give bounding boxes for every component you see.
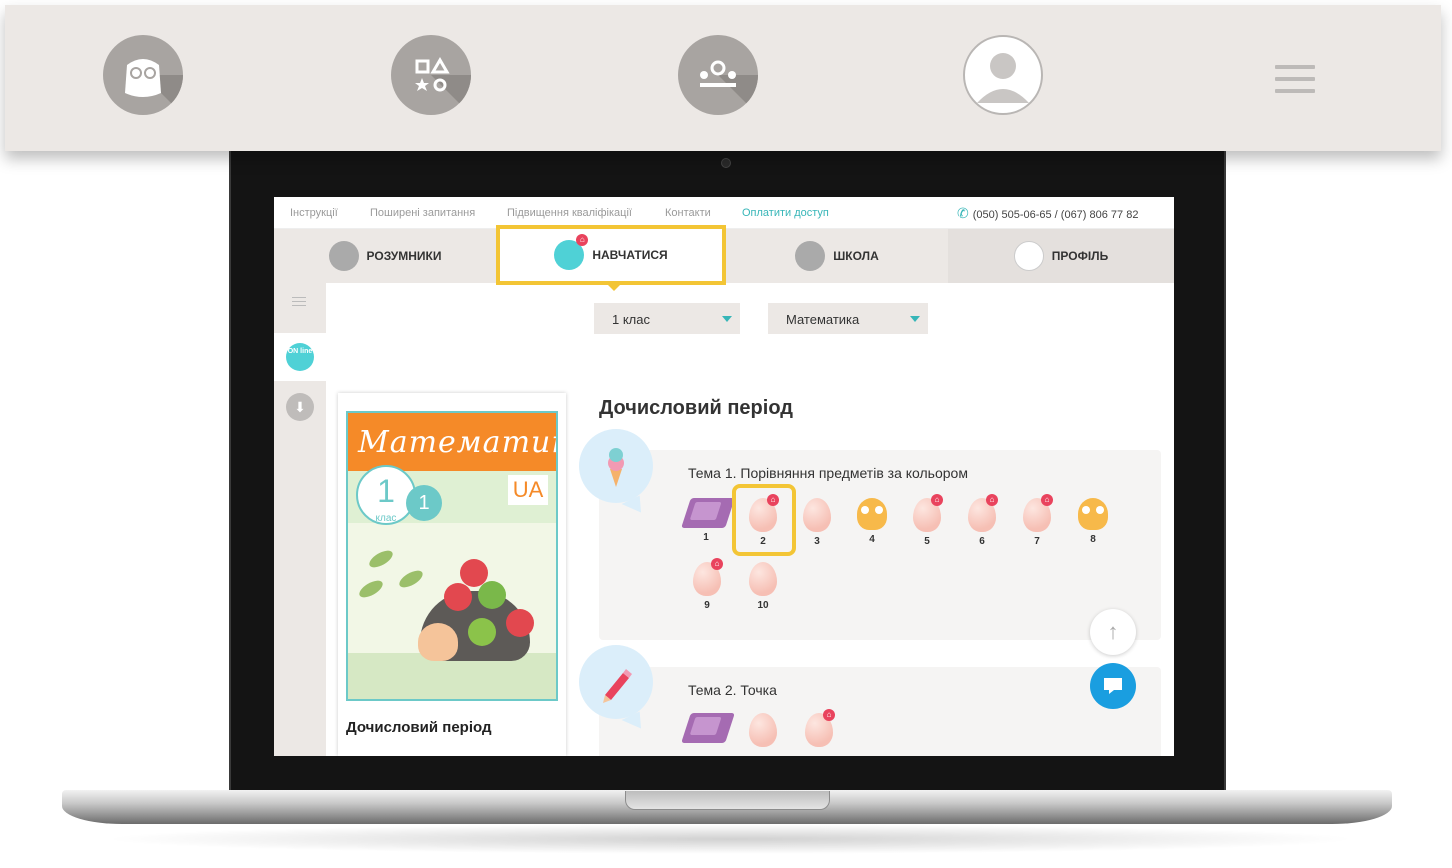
lesson-2-2[interactable] <box>743 713 783 747</box>
grade-select[interactable]: 1 клас <box>594 303 740 334</box>
topic-card-2: Тема 2. Точка ⌂ <box>599 667 1161 756</box>
lesson-8[interactable]: 8 <box>1073 498 1113 545</box>
egg-icon <box>749 713 777 747</box>
egg-icon <box>803 498 831 532</box>
owl-icon[interactable] <box>103 35 183 115</box>
phone-number: (050) 505-06-65 / (067) 806 77 82 <box>972 209 1139 221</box>
home-badge-icon: ⌂ <box>823 709 835 721</box>
chevron-down-icon <box>910 316 920 322</box>
tab-label: ПРОФІЛЬ <box>1051 249 1109 263</box>
pay-access-link[interactable]: Оплатити доступ <box>742 207 829 219</box>
tab-shkola[interactable]: ШКОЛА <box>726 229 948 283</box>
apple-icon <box>444 583 472 611</box>
home-badge-icon: ⌂ <box>1041 494 1053 506</box>
home-badge-icon: ⌂ <box>986 494 998 506</box>
lesson-highlight <box>732 484 796 556</box>
shapes-icon: ⌂ <box>554 234 589 270</box>
apple-icon <box>478 581 506 609</box>
download-icon[interactable]: ⬇ <box>286 393 314 421</box>
owl-icon <box>857 498 887 530</box>
arrow-up-icon[interactable]: ↑ <box>1090 609 1136 655</box>
laptop-shadow <box>100 824 1360 854</box>
topic-card-1: Тема 1. Порівняння предметів за кольором… <box>599 450 1161 640</box>
info-link-contacts[interactable]: Контакти <box>665 207 711 219</box>
active-tab-pointer <box>606 283 622 291</box>
book-icon <box>681 713 735 743</box>
tab-label: ШКОЛА <box>833 249 879 263</box>
book-title: Дочисловий період <box>346 719 492 736</box>
sidebar-menu-icon[interactable] <box>292 297 306 309</box>
profile-icon <box>1013 241 1044 271</box>
lesson-2-3[interactable]: ⌂ <box>799 709 839 747</box>
home-badge-icon: ⌂ <box>711 558 723 570</box>
subject-select-value: Математика <box>786 312 860 327</box>
ice-cream-icon <box>579 429 653 503</box>
lesson-7[interactable]: ⌂ 7 <box>1017 494 1057 547</box>
phone-icon: ✆ <box>957 205 969 221</box>
school-icon[interactable] <box>678 35 758 115</box>
book-card[interactable]: Математика UA 1клас 1 Дочисловий період <box>338 393 566 756</box>
pencil-icon <box>579 645 653 719</box>
tab-label: НАВЧАТИСЯ <box>592 248 668 262</box>
apple-icon <box>506 609 534 637</box>
chat-icon[interactable] <box>1090 663 1136 709</box>
site-nav: РОЗУМНИКИ ⌂ НАВЧАТИСЯ ШКОЛА ПРОФІЛЬ <box>274 225 1174 285</box>
laptop-screen: Інструкції Поширені запитання Підвищення… <box>274 197 1174 756</box>
home-badge-icon: ⌂ <box>576 234 589 246</box>
lesson-1[interactable]: 1 <box>681 494 735 543</box>
book-cover: Математика UA 1клас 1 <box>346 411 558 701</box>
home-badge-icon: ⌂ <box>931 494 943 506</box>
topic-title: Тема 2. Точка <box>688 682 777 698</box>
shapes-icon[interactable] <box>391 35 471 115</box>
hamburger-icon[interactable] <box>1275 65 1315 99</box>
school-icon <box>795 241 826 271</box>
sidebar: ON line ⬇ <box>274 283 326 756</box>
lesson-6[interactable]: ⌂ 6 <box>962 494 1002 547</box>
apple-icon <box>468 618 496 646</box>
phone-info: ✆ (050) 505-06-65 / (067) 806 77 82 <box>957 205 1138 222</box>
lesson-4[interactable]: 4 <box>852 498 892 545</box>
owl-icon <box>1078 498 1108 530</box>
book-icon <box>681 498 735 528</box>
cover-lang: UA <box>508 475 548 505</box>
lesson-3[interactable]: 3 <box>797 498 837 547</box>
top-nav <box>5 5 1441 151</box>
lesson-2-1[interactable] <box>681 709 735 743</box>
subject-select[interactable]: Математика <box>768 303 928 334</box>
owl-icon <box>328 241 359 271</box>
cover-part: 1 <box>406 485 442 521</box>
lesson-10[interactable]: 10 <box>743 562 783 611</box>
info-link-instructions[interactable]: Інструкції <box>290 207 338 219</box>
topic-title: Тема 1. Порівняння предметів за кольором <box>688 465 968 481</box>
tab-profile[interactable]: ПРОФІЛЬ <box>948 229 1174 283</box>
cover-title: Математика <box>358 425 556 460</box>
grade-select-value: 1 клас <box>612 312 650 327</box>
egg-icon <box>749 562 777 596</box>
online-icon[interactable]: ON line <box>286 343 314 371</box>
lesson-9[interactable]: ⌂ 9 <box>687 558 727 611</box>
info-link-qualification[interactable]: Підвищення кваліфікації <box>507 207 632 219</box>
laptop-notch <box>625 791 830 810</box>
tab-navchatysia[interactable]: ⌂ НАВЧАТИСЯ <box>496 225 726 285</box>
apple-icon <box>460 559 488 587</box>
tab-rozumnyky[interactable]: РОЗУМНИКИ <box>274 229 496 283</box>
section-title: Дочисловий період <box>599 397 793 419</box>
laptop-camera <box>721 158 731 168</box>
tab-label: РОЗУМНИКИ <box>366 249 442 263</box>
hedgehog-face <box>418 623 458 661</box>
info-link-faq[interactable]: Поширені запитання <box>370 207 475 219</box>
chevron-down-icon <box>722 316 732 322</box>
lesson-5[interactable]: ⌂ 5 <box>907 494 947 547</box>
profile-icon[interactable] <box>963 35 1043 115</box>
